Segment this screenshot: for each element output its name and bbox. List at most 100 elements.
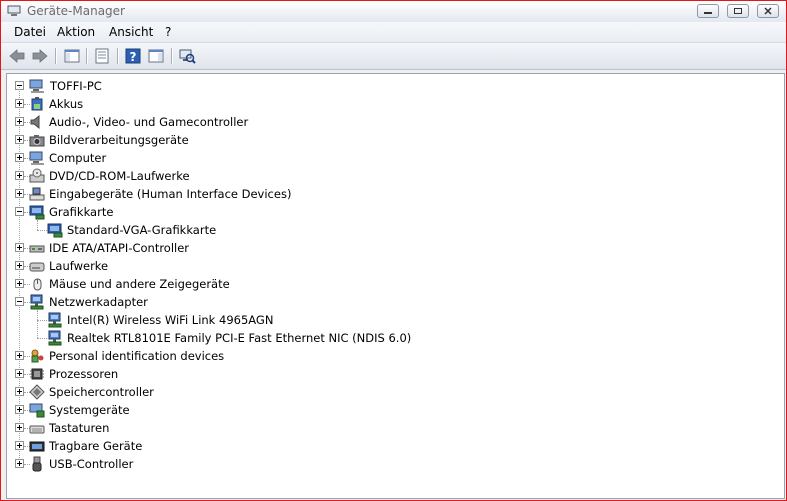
tree-item-label: Computer xyxy=(49,151,107,165)
maximize-icon xyxy=(734,8,742,14)
optical-drive-icon xyxy=(29,168,45,183)
tree-device-item[interactable]: Standard-VGA-Grafikkarte xyxy=(7,221,777,239)
tree-category-item[interactable]: Grafikkarte xyxy=(7,203,777,221)
tree-category-item[interactable]: Tragbare Geräte xyxy=(7,437,777,455)
minimize-icon xyxy=(704,12,712,14)
tree-item-label: Eingabegeräte (Human Interface Devices) xyxy=(49,187,292,201)
tree-device-item[interactable]: Intel(R) Wireless WiFi Link 4965AGN xyxy=(7,311,777,329)
tree-item-label: Systemgeräte xyxy=(49,403,130,417)
tree-item-label: Tragbare Geräte xyxy=(49,439,143,453)
ide-controller-icon xyxy=(29,245,45,253)
expand-toggle[interactable] xyxy=(15,279,24,288)
tree-category-item[interactable]: Computer xyxy=(7,149,777,167)
system-device-icon xyxy=(29,403,45,418)
computer-icon xyxy=(29,151,44,165)
menu-ansicht[interactable]: Ansicht xyxy=(109,25,153,39)
expand-toggle[interactable] xyxy=(15,189,24,198)
tree-item-label: Audio-, Video- und Gamecontroller xyxy=(49,115,249,129)
tree-guide-line xyxy=(37,220,39,230)
tree-category-item[interactable]: Akkus xyxy=(7,95,777,113)
expand-toggle[interactable] xyxy=(15,441,24,450)
tree-category-item[interactable]: Tastaturen xyxy=(7,419,777,437)
tree-category-item[interactable]: Personal identification devices xyxy=(7,347,777,365)
window-title: Geräte-Manager xyxy=(27,4,125,18)
tree-category-item[interactable]: Eingabegeräte (Human Interface Devices) xyxy=(7,185,777,203)
toolbar: ? xyxy=(1,43,786,70)
tree-item-label: Realtek RTL8101E Family PCI-E Fast Ether… xyxy=(67,331,412,345)
tree-category-item[interactable]: Systemgeräte xyxy=(7,401,777,419)
network-adapter-icon xyxy=(48,330,62,346)
tree-category-item[interactable]: USB-Controller xyxy=(7,455,777,473)
toolbar-separator xyxy=(55,48,57,64)
title-bar[interactable]: Geräte-Manager xyxy=(1,1,786,22)
camera-icon xyxy=(29,135,45,147)
menu-datei[interactable]: Datei xyxy=(14,25,46,39)
tree-item-label: Laufwerke xyxy=(49,259,109,273)
disk-drive-icon xyxy=(29,262,45,272)
expand-toggle[interactable] xyxy=(15,369,24,378)
expand-toggle[interactable] xyxy=(15,261,24,270)
expand-toggle[interactable] xyxy=(15,351,24,360)
show-hide-console-tree-icon[interactable] xyxy=(63,47,81,65)
tree-item-label: IDE ATA/ATAPI-Controller xyxy=(49,241,190,255)
minimize-button[interactable] xyxy=(697,4,719,18)
tree-item-label: DVD/CD-ROM-Laufwerke xyxy=(49,169,190,183)
expand-toggle[interactable] xyxy=(15,153,24,162)
menu-aktion[interactable]: Aktion xyxy=(57,25,95,39)
close-icon xyxy=(764,7,772,15)
network-adapter-icon xyxy=(48,312,62,328)
tree-device-item[interactable]: Realtek RTL8101E Family PCI-E Fast Ether… xyxy=(7,329,777,347)
collapse-toggle[interactable] xyxy=(15,297,24,306)
tree-item-label: Intel(R) Wireless WiFi Link 4965AGN xyxy=(67,313,274,327)
toolbar-separator xyxy=(171,48,173,64)
device-tree[interactable]: TOFFI-PC Akkus Audio-, Video- und Gamecon… xyxy=(6,73,785,499)
help-icon[interactable]: ? xyxy=(124,47,142,65)
action-pane-icon[interactable] xyxy=(147,47,165,65)
expand-toggle[interactable] xyxy=(15,135,24,144)
expand-toggle[interactable] xyxy=(15,117,24,126)
back-arrow-icon[interactable] xyxy=(8,47,26,65)
tree-category-item[interactable]: Speichercontroller xyxy=(7,383,777,401)
tree-item-label: Akkus xyxy=(49,97,84,111)
expand-toggle[interactable] xyxy=(15,99,24,108)
tree-category-item[interactable]: Prozessoren xyxy=(7,365,777,383)
hid-icon xyxy=(29,187,45,201)
expand-toggle[interactable] xyxy=(15,459,24,468)
properties-icon[interactable] xyxy=(93,47,111,65)
expand-toggle[interactable] xyxy=(15,387,24,396)
expand-toggle[interactable] xyxy=(15,243,24,252)
tree-category-item[interactable]: Laufwerke xyxy=(7,257,777,275)
tree-root[interactable]: TOFFI-PC xyxy=(7,77,777,95)
tree-category-item[interactable]: DVD/CD-ROM-Laufwerke xyxy=(7,167,777,185)
tree-category-item[interactable]: Netzwerkadapter xyxy=(7,293,777,311)
mouse-icon xyxy=(33,278,42,291)
tree-category-item[interactable]: Audio-, Video- und Gamecontroller xyxy=(7,113,777,131)
tree-item-label: Mäuse und andere Zeigegeräte xyxy=(49,277,230,291)
maximize-button[interactable] xyxy=(727,4,749,18)
tree-item-label: Tastaturen xyxy=(49,421,110,435)
display-adapter-icon xyxy=(29,205,45,220)
close-button[interactable] xyxy=(757,4,779,18)
svg-text:?: ? xyxy=(130,50,137,64)
usb-icon xyxy=(32,456,42,472)
tree-guide-line xyxy=(37,310,39,338)
tree-category-item[interactable]: Bildverarbeitungsgeräte xyxy=(7,131,777,149)
collapse-toggle[interactable] xyxy=(15,207,24,216)
speaker-icon xyxy=(30,114,40,130)
scan-hardware-changes-icon[interactable] xyxy=(178,47,196,65)
tree-item-label: Standard-VGA-Grafikkarte xyxy=(67,223,217,237)
forward-arrow-icon[interactable] xyxy=(31,47,49,65)
expand-toggle[interactable] xyxy=(15,405,24,414)
tree-category-item[interactable]: Mäuse und andere Zeigegeräte xyxy=(7,275,777,293)
expand-toggle[interactable] xyxy=(15,171,24,180)
tree-guide-line xyxy=(37,338,47,340)
expand-toggle[interactable] xyxy=(15,423,24,432)
menu-help[interactable]: ? xyxy=(165,25,171,39)
tree-item-label: USB-Controller xyxy=(49,457,134,471)
computer-icon xyxy=(29,79,44,93)
toolbar-separator xyxy=(117,48,119,64)
tree-item-label: Netzwerkadapter xyxy=(49,295,148,309)
tree-category-item[interactable]: IDE ATA/ATAPI-Controller xyxy=(7,239,777,257)
tree-guide-line xyxy=(37,230,47,232)
portable-device-icon xyxy=(29,441,45,452)
